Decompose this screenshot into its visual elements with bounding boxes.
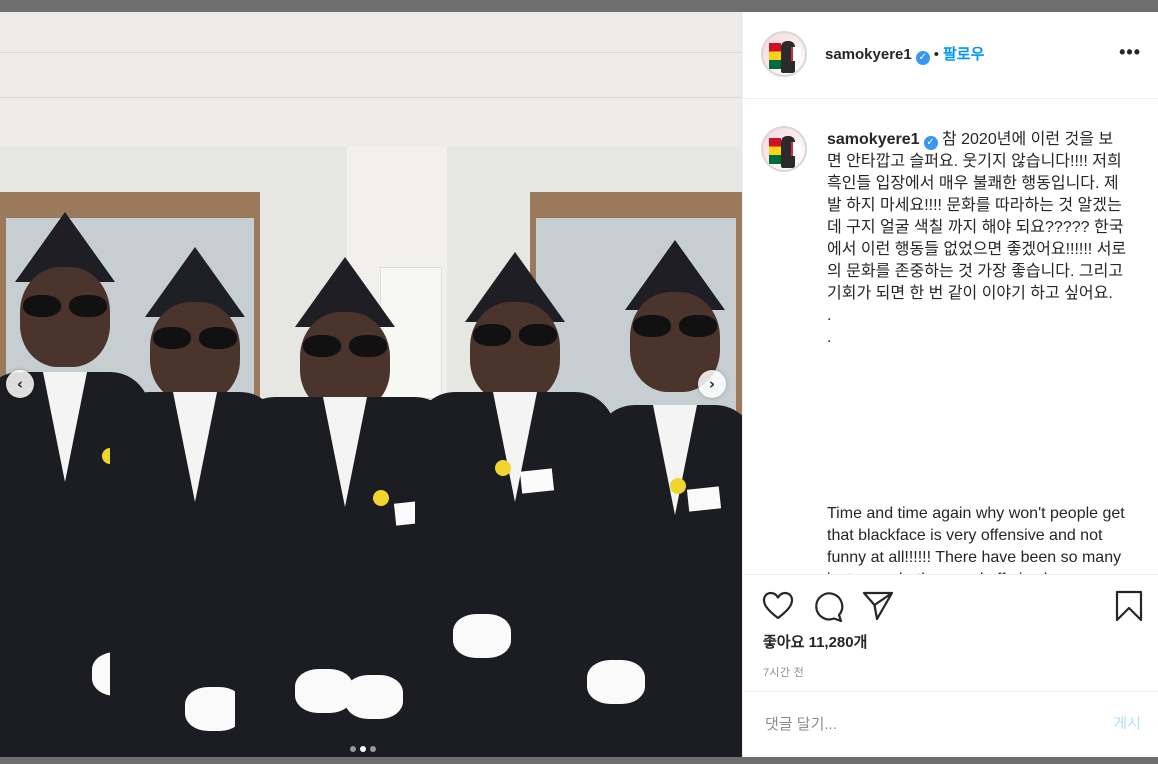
paper-plane-icon[interactable]	[861, 590, 895, 622]
username-link[interactable]: samokyere1	[825, 46, 912, 63]
person	[415, 252, 615, 757]
carousel-dot	[350, 746, 356, 752]
heart-icon[interactable]	[762, 591, 794, 621]
comment-input[interactable]	[763, 710, 1067, 738]
separator-dot: •	[933, 46, 939, 63]
bookmark-icon[interactable]	[1114, 589, 1144, 623]
caption-avatar[interactable]	[761, 126, 807, 172]
carousel-indicator	[350, 746, 376, 752]
follow-button[interactable]: 팔로우	[943, 46, 984, 63]
header-meta: samokyere1 ✓ • 팔로우	[825, 43, 984, 65]
verified-badge-icon: ✓	[915, 50, 930, 65]
post-media[interactable]: ‹ ›	[0, 12, 742, 757]
comment-icon[interactable]	[812, 591, 844, 623]
ceiling-line	[0, 97, 742, 98]
ceiling	[0, 12, 742, 147]
post-panel: samokyere1 ✓ • 팔로우 ••• samokyere1 ✓ 참 2020년에…	[742, 12, 1158, 757]
post-comment-button[interactable]: 게시	[1113, 712, 1141, 733]
caption-english: Time and time again why won't people get…	[827, 505, 1125, 574]
caption-korean: 참 2020년에 이런 것을 보면 안타깝고 슬퍼요. 웃기지 않습니다!!!!…	[827, 131, 1127, 346]
next-photo-button[interactable]: ›	[698, 370, 726, 398]
more-options-icon[interactable]: •••	[1119, 42, 1141, 63]
action-bar: 좋아요 11,280개 7시간 전 게시	[743, 574, 1158, 764]
carousel-dot-active	[360, 746, 366, 752]
post-header: samokyere1 ✓ • 팔로우 •••	[743, 12, 1158, 99]
caption: samokyere1 ✓ 참 2020년에 이런 것을 보면 안타깝고 슬퍼요. …	[827, 129, 1127, 349]
verified-badge-icon: ✓	[923, 136, 938, 150]
caption-username[interactable]: samokyere1	[827, 131, 920, 148]
post-timestamp[interactable]: 7시간 전	[763, 664, 804, 680]
prev-photo-button[interactable]: ‹	[6, 370, 34, 398]
caption-area[interactable]: samokyere1 ✓ 참 2020년에 이런 것을 보면 안타깝고 슬퍼요. …	[743, 99, 1158, 574]
carousel-dot	[370, 746, 376, 752]
likes-count[interactable]: 좋아요 11,280개	[763, 631, 867, 652]
avatar[interactable]	[761, 31, 807, 77]
person	[587, 240, 742, 757]
ceiling-line	[0, 52, 742, 53]
comment-bar: 게시	[743, 691, 1158, 758]
